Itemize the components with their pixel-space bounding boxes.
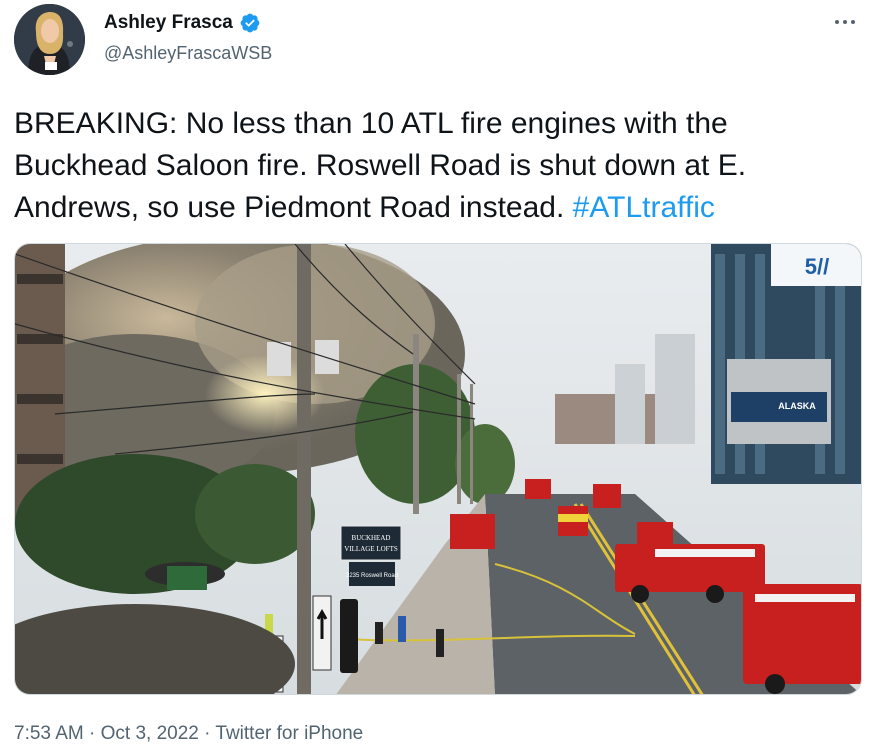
verified-badge-icon (239, 12, 261, 34)
more-options-button[interactable] (830, 8, 860, 36)
ellipsis-icon (835, 20, 855, 24)
tweet-photo[interactable]: 5// ALASKA BUCKHEAD VILLAGE LOFTS 3235 R… (14, 243, 862, 695)
tweet-date[interactable]: Oct 3, 2022 (101, 723, 199, 744)
billboard-logo: 5// (805, 254, 829, 279)
meta-separator-2: · (198, 723, 216, 744)
profile-photo-icon (14, 4, 85, 75)
fire-scene-image: 5// ALASKA BUCKHEAD VILLAGE LOFTS 3235 R… (15, 244, 861, 694)
tweet-meta: 7:53 AM · Oct 3, 2022 · Twitter for iPho… (14, 723, 363, 745)
avatar[interactable] (14, 4, 85, 75)
author-name[interactable]: Ashley Frasca (104, 12, 233, 34)
tweet-source[interactable]: Twitter for iPhone (215, 723, 363, 744)
village-sign-line1: BUCKHEAD (352, 534, 391, 542)
alaska-sign: ALASKA (778, 401, 816, 411)
address-sign: 3235 Roswell Road (346, 573, 398, 579)
village-sign-line2: VILLAGE LOFTS (344, 545, 398, 553)
tweet-time[interactable]: 7:53 AM (14, 723, 84, 744)
meta-separator: · (83, 723, 101, 744)
author-handle[interactable]: @AshleyFrascaWSB (104, 43, 272, 64)
hashtag-link[interactable]: #ATLtraffic (573, 191, 715, 224)
tweet-text: BREAKING: No less than 10 ATL fire engin… (14, 103, 864, 229)
